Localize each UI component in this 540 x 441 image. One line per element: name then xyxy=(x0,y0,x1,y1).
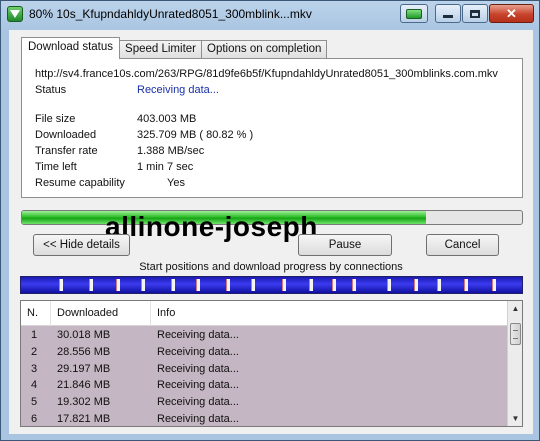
window-client-area: Download status Speed Limiter Options on c… xyxy=(9,30,533,434)
connection-start-marker xyxy=(251,279,255,291)
connection-info: Receiving data... xyxy=(157,329,239,341)
time-left-label: Time left xyxy=(35,161,77,173)
connections-progress-bar xyxy=(20,276,523,294)
column-header-info[interactable]: Info xyxy=(151,301,507,326)
connection-number: 6 xyxy=(31,413,38,425)
connection-start-marker xyxy=(89,279,93,291)
list-item[interactable]: 1 30.018 MB Receiving data... xyxy=(21,327,507,344)
connection-number: 4 xyxy=(31,379,38,392)
connection-info: Receiving data... xyxy=(157,362,239,375)
connection-info: Receiving data... xyxy=(157,345,239,358)
list-header: N. Downloaded Info xyxy=(21,301,507,326)
close-icon: ✕ xyxy=(506,6,517,21)
list-item[interactable]: 4 21.846 MB Receiving data... xyxy=(21,377,507,394)
connection-start-marker xyxy=(116,279,120,291)
connection-start-marker xyxy=(282,279,286,291)
cancel-button[interactable]: Cancel xyxy=(426,234,499,256)
arrow-icon xyxy=(406,8,422,19)
vertical-scrollbar[interactable]: ▲ ▼ xyxy=(507,301,522,426)
tab-strip: Download status Speed Limiter Options on c… xyxy=(21,37,328,59)
connection-downloaded: 21.846 MB xyxy=(57,379,111,392)
resume-capability-label: Resume capability xyxy=(35,177,125,189)
scroll-down-icon[interactable]: ▼ xyxy=(508,411,522,426)
connection-number: 5 xyxy=(31,396,38,409)
file-size-label: File size xyxy=(35,113,76,125)
list-item[interactable]: 6 17.821 MB Receiving data... xyxy=(21,411,507,426)
connection-number: 2 xyxy=(31,345,38,358)
connection-info: Receiving data... xyxy=(157,379,239,392)
column-header-downloaded[interactable]: Downloaded xyxy=(51,301,151,326)
scrollbar-thumb[interactable] xyxy=(510,323,521,345)
list-item[interactable]: 5 19.302 MB Receiving data... xyxy=(21,394,507,411)
column-header-number[interactable]: N. xyxy=(21,301,51,326)
tab-speed-limiter[interactable]: Speed Limiter xyxy=(119,40,202,59)
connection-start-marker xyxy=(352,279,356,291)
connection-downloaded: 28.556 MB xyxy=(57,345,111,358)
connection-start-marker xyxy=(196,279,200,291)
connection-start-marker xyxy=(414,279,418,291)
connection-number: 3 xyxy=(31,362,38,375)
status-label: Status xyxy=(35,84,67,96)
connection-info: Receiving data... xyxy=(157,396,239,409)
connection-downloaded: 17.821 MB xyxy=(57,413,111,425)
transfer-rate-value: 1.388 MB/sec xyxy=(137,145,205,157)
connection-start-marker xyxy=(59,279,63,291)
download-status-panel: http://sv4.france10s.com/263/RPG/81d9fe6… xyxy=(21,58,523,198)
connection-start-marker xyxy=(141,279,145,291)
connections-caption: Start positions and download progress by… xyxy=(139,261,403,273)
tab-options-on-completion[interactable]: Options on completion xyxy=(201,40,328,59)
tab-download-status[interactable]: Download status xyxy=(21,37,121,59)
connection-start-marker xyxy=(332,279,336,291)
connection-start-marker xyxy=(309,279,313,291)
list-item[interactable]: 2 28.556 MB Receiving data... xyxy=(21,344,507,361)
downloaded-value: 325.709 MB ( 80.82 % ) xyxy=(137,129,254,141)
connection-downloaded: 30.018 MB xyxy=(57,329,111,341)
connection-downloaded: 19.302 MB xyxy=(57,396,111,409)
file-size-value: 403.003 MB xyxy=(137,113,197,125)
download-url: http://sv4.france10s.com/263/RPG/81d9fe6… xyxy=(35,68,498,80)
scroll-up-icon[interactable]: ▲ xyxy=(508,301,522,316)
resume-capability-value: Yes xyxy=(167,177,185,189)
connection-number: 1 xyxy=(31,329,38,341)
connections-list: N. Downloaded Info 1 30.018 MB Receiving d… xyxy=(20,300,523,427)
connection-start-marker xyxy=(387,279,391,291)
hide-details-button[interactable]: << Hide details xyxy=(33,234,130,256)
connection-start-marker xyxy=(437,279,441,291)
minimize-button[interactable] xyxy=(435,4,461,23)
window-title: 80% 10s_KfupndahldyUnrated8051_300mblink… xyxy=(29,7,312,21)
list-item[interactable]: 3 29.197 MB Receiving data... xyxy=(21,361,507,378)
watermark-text: allinone-joseph xyxy=(105,211,318,242)
connection-downloaded: 29.197 MB xyxy=(57,362,111,375)
title-bar[interactable]: 80% 10s_KfupndahldyUnrated8051_300mblink… xyxy=(1,1,539,29)
minimize-icon xyxy=(443,15,453,18)
status-value: Receiving data... xyxy=(137,84,219,96)
connection-start-marker xyxy=(464,279,468,291)
download-manager-icon xyxy=(7,6,23,22)
close-button[interactable]: ✕ xyxy=(489,4,534,23)
extra-title-button[interactable] xyxy=(400,4,428,23)
transfer-rate-label: Transfer rate xyxy=(35,145,98,157)
download-progress-window: 80% 10s_KfupndahldyUnrated8051_300mblink… xyxy=(0,0,540,441)
connection-info: Receiving data... xyxy=(157,413,239,425)
connection-start-marker xyxy=(226,279,230,291)
downloaded-label: Downloaded xyxy=(35,129,97,141)
connection-start-marker xyxy=(492,279,496,291)
maximize-button[interactable] xyxy=(462,4,488,23)
pause-button[interactable]: Pause xyxy=(298,234,392,256)
connection-start-marker xyxy=(171,279,175,291)
time-left-value: 1 min 7 sec xyxy=(137,161,194,173)
maximize-icon xyxy=(470,9,480,18)
